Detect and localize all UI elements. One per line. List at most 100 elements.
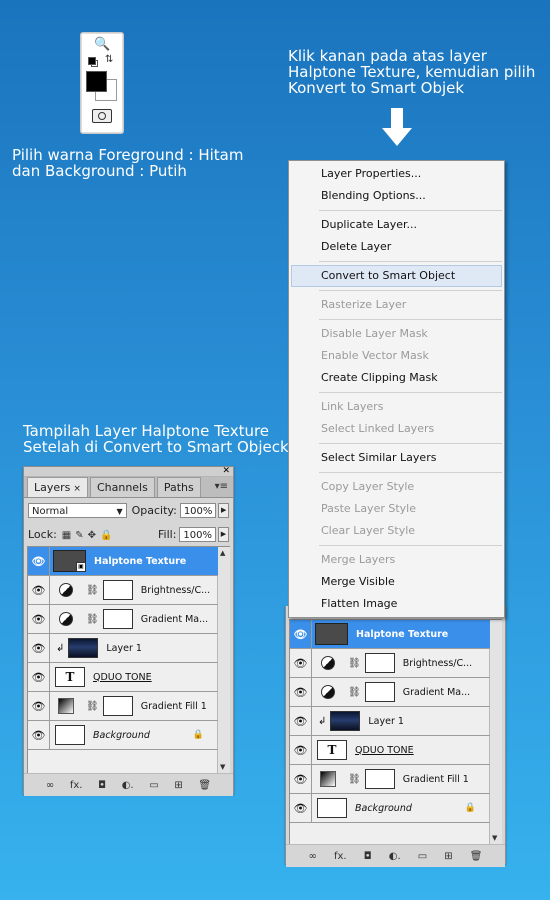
visibility-eye-icon[interactable]: 👁 xyxy=(28,634,50,662)
layer-row-halptone-texture[interactable]: 👁 Halptone Texture xyxy=(290,620,490,649)
foreground-color-swatch[interactable] xyxy=(86,71,107,92)
delete-layer-icon[interactable]: 🗑 xyxy=(198,780,211,791)
layer-mask-thumbnail[interactable] xyxy=(364,769,395,789)
add-mask-icon[interactable]: ◘ xyxy=(98,780,106,791)
lock-position-icon[interactable]: ✥ xyxy=(88,530,96,541)
layer-name[interactable]: Halptone Texture xyxy=(356,629,448,640)
layer-row-qduo-tone[interactable]: 👁 T QDUO TONE xyxy=(290,736,490,765)
menu-item-create-clipping-mask[interactable]: Create Clipping Mask xyxy=(289,367,504,389)
layer-row-brightness-contrast[interactable]: 👁 ⛓ Brightness/C... xyxy=(28,576,218,605)
fill-stepper[interactable]: ▶ xyxy=(218,526,229,542)
layer-thumbnail[interactable] xyxy=(317,798,347,818)
tab-layers[interactable]: Layers × xyxy=(27,477,88,497)
new-group-icon[interactable]: ▭ xyxy=(149,780,158,791)
layer-mask-thumbnail[interactable] xyxy=(364,682,395,702)
lock-transparency-icon[interactable]: ▦ xyxy=(62,530,71,541)
visibility-eye-icon[interactable]: 👁 xyxy=(28,663,50,691)
layer-thumbnail[interactable] xyxy=(55,725,85,745)
layer-row-gradient-map[interactable]: 👁 ⛓ Gradient Ma... xyxy=(28,605,218,634)
layer-name[interactable]: Background xyxy=(93,730,150,741)
layer-thumbnail[interactable] xyxy=(330,711,361,731)
layer-name[interactable]: Brightness/C... xyxy=(403,658,473,669)
close-icon[interactable]: × xyxy=(73,484,81,494)
visibility-eye-icon[interactable]: 👁 xyxy=(290,649,312,677)
visibility-eye-icon[interactable]: 👁 xyxy=(28,605,50,633)
new-layer-icon[interactable]: ⊞ xyxy=(444,851,452,862)
panel-titlebar[interactable]: ✕ xyxy=(24,466,233,477)
visibility-eye-icon[interactable]: 👁 xyxy=(290,678,312,706)
layer-name[interactable]: Halptone Texture xyxy=(94,556,186,567)
delete-layer-icon[interactable]: 🗑 xyxy=(470,851,483,862)
tab-paths[interactable]: Paths xyxy=(156,477,201,497)
layer-row-brightness-contrast[interactable]: 👁 ⛓ Brightness/C... xyxy=(290,649,490,678)
layer-name[interactable]: Layer 1 xyxy=(368,716,404,727)
layers-scrollbar[interactable]: ▼ xyxy=(489,620,502,844)
visibility-eye-icon[interactable]: 👁 xyxy=(290,707,312,735)
layer-name[interactable]: Brightness/C... xyxy=(141,585,211,596)
panel-menu-icon[interactable]: ▾≡ xyxy=(215,477,233,497)
layer-name[interactable]: Gradient Ma... xyxy=(403,687,470,698)
layer-row-gradient-fill[interactable]: 👁 ⛓ Gradient Fill 1 xyxy=(290,765,490,794)
layer-style-icon[interactable]: fx. xyxy=(334,851,347,862)
layer-name[interactable]: QDUO TONE xyxy=(355,745,414,756)
layer-name[interactable]: Layer 1 xyxy=(106,643,142,654)
opacity-stepper[interactable]: ▶ xyxy=(218,502,229,518)
down-arrow-icon xyxy=(382,108,412,146)
adjustment-layer-icon[interactable]: ◐. xyxy=(389,851,401,862)
visibility-eye-icon[interactable]: 👁 xyxy=(28,547,50,575)
layer-name[interactable]: Background xyxy=(355,803,412,814)
layer-name[interactable]: Gradient Ma... xyxy=(141,614,208,625)
layer-name[interactable]: Gradient Fill 1 xyxy=(141,701,207,712)
layer-mask-thumbnail[interactable] xyxy=(102,696,133,716)
layer-row-layer-1[interactable]: 👁 ↲ Layer 1 xyxy=(28,634,218,663)
layer-row-halptone-texture[interactable]: 👁 ▣ Halptone Texture xyxy=(28,547,218,576)
new-group-icon[interactable]: ▭ xyxy=(418,851,427,862)
tab-channels[interactable]: Channels xyxy=(89,477,155,497)
zoom-icon[interactable]: 🔍 xyxy=(94,37,110,52)
menu-item-convert-to-smart-object[interactable]: Convert to Smart Object xyxy=(291,265,502,287)
visibility-eye-icon[interactable]: 👁 xyxy=(28,576,50,604)
layer-mask-thumbnail[interactable] xyxy=(364,653,395,673)
add-mask-icon[interactable]: ◘ xyxy=(364,851,372,862)
visibility-eye-icon[interactable]: 👁 xyxy=(290,765,312,793)
layer-name[interactable]: Gradient Fill 1 xyxy=(403,774,469,785)
link-layers-icon[interactable]: ∞ xyxy=(46,780,54,791)
visibility-eye-icon[interactable]: 👁 xyxy=(28,692,50,720)
menu-item-delete-layer[interactable]: Delete Layer xyxy=(289,236,504,258)
layer-style-icon[interactable]: fx. xyxy=(70,780,83,791)
layer-row-layer-1[interactable]: 👁 ↲ Layer 1 xyxy=(290,707,490,736)
layer-row-gradient-fill[interactable]: 👁 ⛓ Gradient Fill 1 xyxy=(28,692,218,721)
layer-name[interactable]: QDUO TONE xyxy=(93,672,152,683)
menu-item-duplicate-layer[interactable]: Duplicate Layer... xyxy=(289,214,504,236)
adjustment-layer-icon[interactable]: ◐. xyxy=(122,780,134,791)
menu-item-merge-visible[interactable]: Merge Visible xyxy=(289,571,504,593)
blend-mode-select[interactable]: Normal ▼ xyxy=(28,502,127,518)
visibility-eye-icon[interactable]: 👁 xyxy=(28,721,50,749)
quick-mask-icon[interactable] xyxy=(92,109,112,123)
new-layer-icon[interactable]: ⊞ xyxy=(174,780,182,791)
layer-row-qduo-tone[interactable]: 👁 T QDUO TONE xyxy=(28,663,218,692)
lock-all-icon[interactable]: 🔒 xyxy=(100,530,112,541)
layers-panel: ✕ Layers × Channels Paths ▾≡ Normal ▼ Opac… xyxy=(23,466,234,796)
layer-mask-thumbnail[interactable] xyxy=(102,609,133,629)
menu-item-flatten-image[interactable]: Flatten Image xyxy=(289,593,504,615)
layers-scrollbar[interactable]: ▲ ▼ xyxy=(217,547,230,773)
menu-item-select-similar-layers[interactable]: Select Similar Layers xyxy=(289,447,504,469)
layer-mask-thumbnail[interactable] xyxy=(102,580,133,600)
link-layers-icon[interactable]: ∞ xyxy=(309,851,317,862)
opacity-input[interactable]: 100% xyxy=(179,502,217,518)
lock-pixels-icon[interactable]: ✎ xyxy=(75,530,83,541)
caption-line: Tampilah Layer Halptone Texture xyxy=(23,422,270,440)
menu-item-blending-options[interactable]: Blending Options... xyxy=(289,185,504,207)
layer-row-background[interactable]: 👁 Background 🔒 xyxy=(290,794,490,823)
default-colors-icon[interactable] xyxy=(88,57,96,65)
visibility-eye-icon[interactable]: 👁 xyxy=(290,620,312,648)
swap-colors-icon[interactable]: ⇅ xyxy=(105,54,113,65)
fill-input[interactable]: 100% xyxy=(179,526,216,542)
menu-item-layer-properties[interactable]: Layer Properties... xyxy=(289,163,504,185)
layer-row-background[interactable]: 👁 Background 🔒 xyxy=(28,721,218,750)
visibility-eye-icon[interactable]: 👁 xyxy=(290,736,312,764)
layer-row-gradient-map[interactable]: 👁 ⛓ Gradient Ma... xyxy=(290,678,490,707)
visibility-eye-icon[interactable]: 👁 xyxy=(290,794,312,822)
layer-thumbnail[interactable] xyxy=(68,638,99,658)
